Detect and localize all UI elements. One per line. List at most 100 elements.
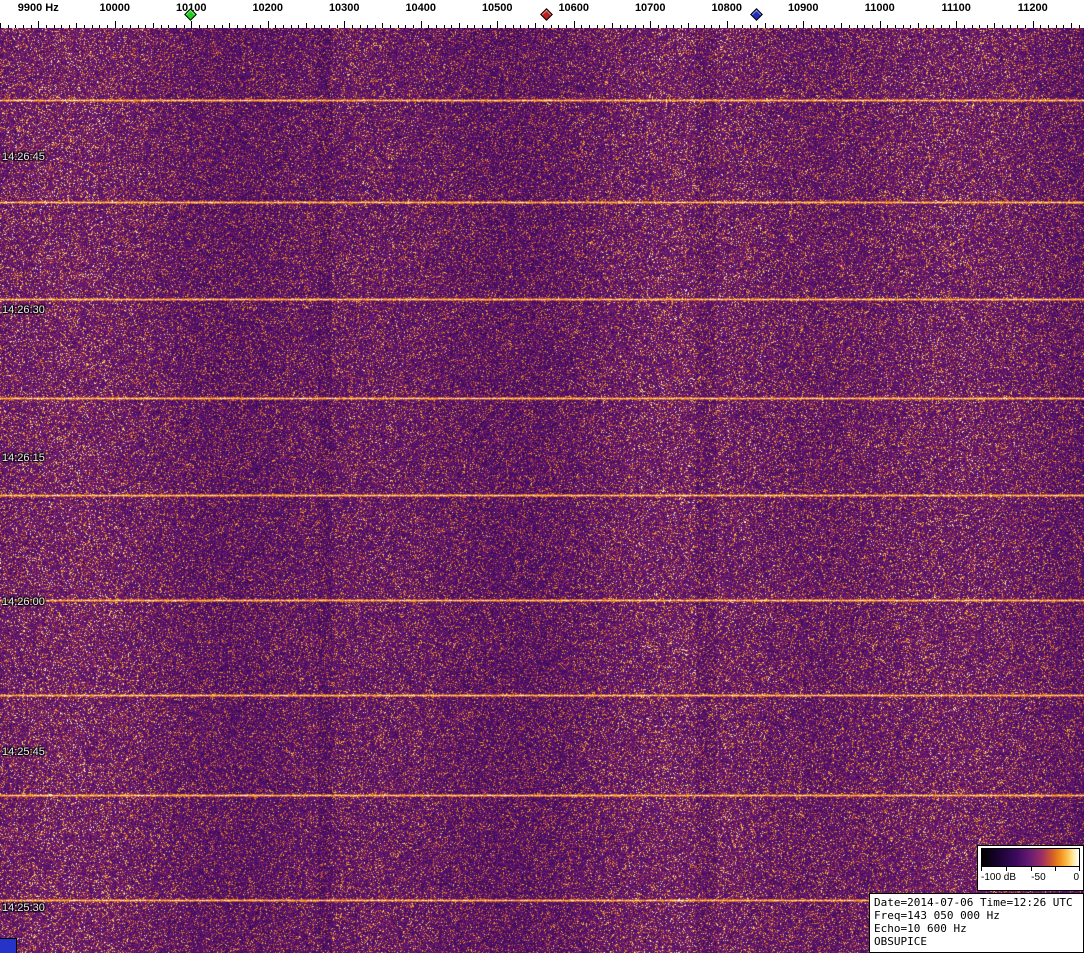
freq-axis-tick: [635, 25, 636, 28]
freq-axis-tick: [666, 25, 667, 28]
freq-axis-tick: [513, 25, 514, 28]
spectrogram-app: 9900 Hz100001010010200103001040010500106…: [0, 0, 1084, 953]
blue-frequency-marker-icon[interactable]: [750, 8, 764, 21]
freq-axis-label: 10500: [481, 2, 513, 14]
freq-axis-tick: [673, 25, 674, 28]
freq-axis-tick: [367, 25, 368, 28]
freq-axis-tick: [122, 25, 123, 28]
freq-axis-tick: [895, 25, 896, 28]
freq-axis-label: 9900 Hz: [17, 2, 59, 14]
freq-axis-tick: [0, 23, 1, 28]
freq-axis-tick: [612, 23, 613, 28]
freq-axis-tick: [1017, 25, 1018, 28]
freq-axis-tick: [864, 25, 865, 28]
freq-axis-tick: [306, 23, 307, 28]
freq-axis-tick: [298, 25, 299, 28]
freq-axis-tick: [207, 25, 208, 28]
freq-axis-tick: [252, 25, 253, 28]
freq-axis-tick: [260, 25, 261, 28]
freq-axis-tick: [482, 25, 483, 28]
freq-axis-tick: [337, 25, 338, 28]
freq-axis-tick: [413, 25, 414, 28]
freq-axis-label: 10400: [405, 2, 437, 14]
freq-axis-tick: [92, 25, 93, 28]
freq-axis-tick: [994, 23, 995, 28]
freq-axis-tick: [8, 25, 9, 28]
freq-axis-tick: [1079, 25, 1080, 28]
freq-axis-tick: [1033, 21, 1034, 28]
freq-axis-tick: [451, 25, 452, 28]
freq-axis-tick: [551, 25, 552, 28]
freq-axis-tick: [84, 25, 85, 28]
freq-axis-tick: [941, 25, 942, 28]
freq-axis-tick: [46, 25, 47, 28]
time-axis-label: 14:26:30: [2, 304, 45, 317]
freq-axis-tick: [803, 21, 804, 28]
freq-axis-tick: [54, 25, 55, 28]
freq-axis-tick: [467, 25, 468, 28]
freq-axis-tick: [696, 25, 697, 28]
freq-axis-tick: [727, 21, 728, 28]
freq-axis-tick: [329, 25, 330, 28]
freq-axis-tick: [1048, 25, 1049, 28]
freq-axis-tick: [964, 25, 965, 28]
freq-axis-tick: [199, 25, 200, 28]
freq-axis-tick: [1040, 25, 1041, 28]
time-axis-label: 14:26:00: [2, 595, 45, 608]
legend-label-min: -100 dB: [981, 872, 1017, 883]
freq-axis-tick: [918, 23, 919, 28]
freq-axis-label: 11100: [941, 2, 971, 14]
color-scale-legend: -100 dB -50 0: [977, 845, 1084, 891]
freq-axis-tick: [69, 25, 70, 28]
freq-axis-tick: [719, 25, 720, 28]
info-observatory: OBSUPICE: [874, 935, 927, 948]
freq-axis-tick: [834, 25, 835, 28]
freq-axis-tick: [153, 23, 154, 28]
freq-axis-tick: [734, 25, 735, 28]
freq-axis-tick: [765, 23, 766, 28]
freq-axis-tick: [229, 23, 230, 28]
freq-axis-tick: [390, 25, 391, 28]
freq-axis-tick: [811, 25, 812, 28]
freq-axis-tick: [222, 25, 223, 28]
freq-axis-tick: [428, 25, 429, 28]
freq-axis-tick: [857, 25, 858, 28]
freq-axis-tick: [237, 25, 238, 28]
freq-axis-tick: [107, 25, 108, 28]
freq-axis-tick: [1056, 25, 1057, 28]
time-axis-label: 14:25:30: [2, 901, 45, 914]
freq-axis-tick: [138, 25, 139, 28]
freq-axis-tick: [444, 25, 445, 28]
legend-labels: -100 dB -50 0: [981, 871, 1080, 884]
freq-axis-tick: [566, 25, 567, 28]
freq-axis-tick: [926, 25, 927, 28]
freq-axis-tick: [168, 25, 169, 28]
freq-axis-tick: [505, 25, 506, 28]
freq-axis-tick: [956, 21, 957, 28]
freq-axis-tick: [681, 25, 682, 28]
freq-axis-tick: [382, 23, 383, 28]
freq-axis-tick: [15, 25, 16, 28]
red-frequency-marker-icon[interactable]: [540, 8, 553, 21]
freq-axis-tick: [773, 25, 774, 28]
freq-axis-tick: [520, 25, 521, 28]
freq-axis-tick: [788, 25, 789, 28]
freq-axis-tick: [535, 23, 536, 28]
waterfall-area: 14:26:45 14:26:30 14:26:15 14:26:00 14:25:45…: [0, 28, 1084, 953]
freq-axis-tick: [490, 25, 491, 28]
freq-axis-tick: [604, 25, 605, 28]
freq-axis-label: 10900: [787, 2, 819, 14]
freq-axis-tick: [627, 25, 628, 28]
time-axis-label: 14:26:45: [2, 150, 45, 163]
freq-axis-tick: [826, 25, 827, 28]
spectrogram-canvas[interactable]: [0, 28, 1084, 953]
info-echo: Echo=10 600 Hz: [874, 922, 967, 935]
freq-axis-tick: [887, 25, 888, 28]
freq-axis-tick: [176, 25, 177, 28]
freq-axis-tick: [650, 21, 651, 28]
freq-axis-tick: [38, 21, 39, 28]
freq-axis-tick: [742, 25, 743, 28]
freq-axis-tick: [750, 25, 751, 28]
freq-axis-tick: [979, 25, 980, 28]
freq-axis-tick: [352, 25, 353, 28]
